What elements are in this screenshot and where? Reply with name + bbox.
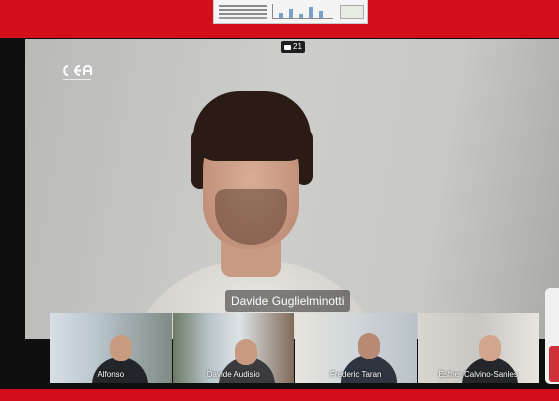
screen-share-preview[interactable] <box>213 0 368 24</box>
organization-logo <box>60 57 98 89</box>
participant-name: Davide Audisio <box>206 370 260 379</box>
side-control-button[interactable] <box>549 346 559 382</box>
participant-head <box>358 333 380 359</box>
participant-name: Alfonso <box>97 370 125 379</box>
participant-thumbnail[interactable]: Alfonso <box>50 313 172 383</box>
participant-name: Frederic Taran <box>330 370 382 379</box>
participant-head <box>110 335 132 361</box>
participant-thumbnail[interactable]: Esther Calvino-Sanles <box>417 313 539 383</box>
speaker-hair <box>193 91 311 161</box>
active-speaker-video[interactable]: 21 Davide Guglielminotti <box>25 39 559 339</box>
share-text-lines <box>219 5 267 7</box>
participant-head <box>478 335 501 361</box>
participant-thumbnail[interactable]: Frederic Taran <box>295 313 417 383</box>
participant-head <box>234 339 257 365</box>
share-chart <box>272 4 333 19</box>
participant-thumbnail-strip: Alfonso Davide Audisio Frederic Taran Es… <box>50 313 539 383</box>
participant-count-badge[interactable]: 21 <box>281 41 305 53</box>
participant-thumbnail[interactable]: Davide Audisio <box>172 313 294 383</box>
participant-count: 21 <box>293 42 302 51</box>
participant-name: Esther Calvino-Sanles <box>438 370 518 379</box>
speaker-name-label: Davide Guglielminotti <box>225 290 351 312</box>
bottom-accent-bar <box>0 389 559 401</box>
camera-icon <box>284 44 291 50</box>
share-mini-figure <box>340 5 364 19</box>
